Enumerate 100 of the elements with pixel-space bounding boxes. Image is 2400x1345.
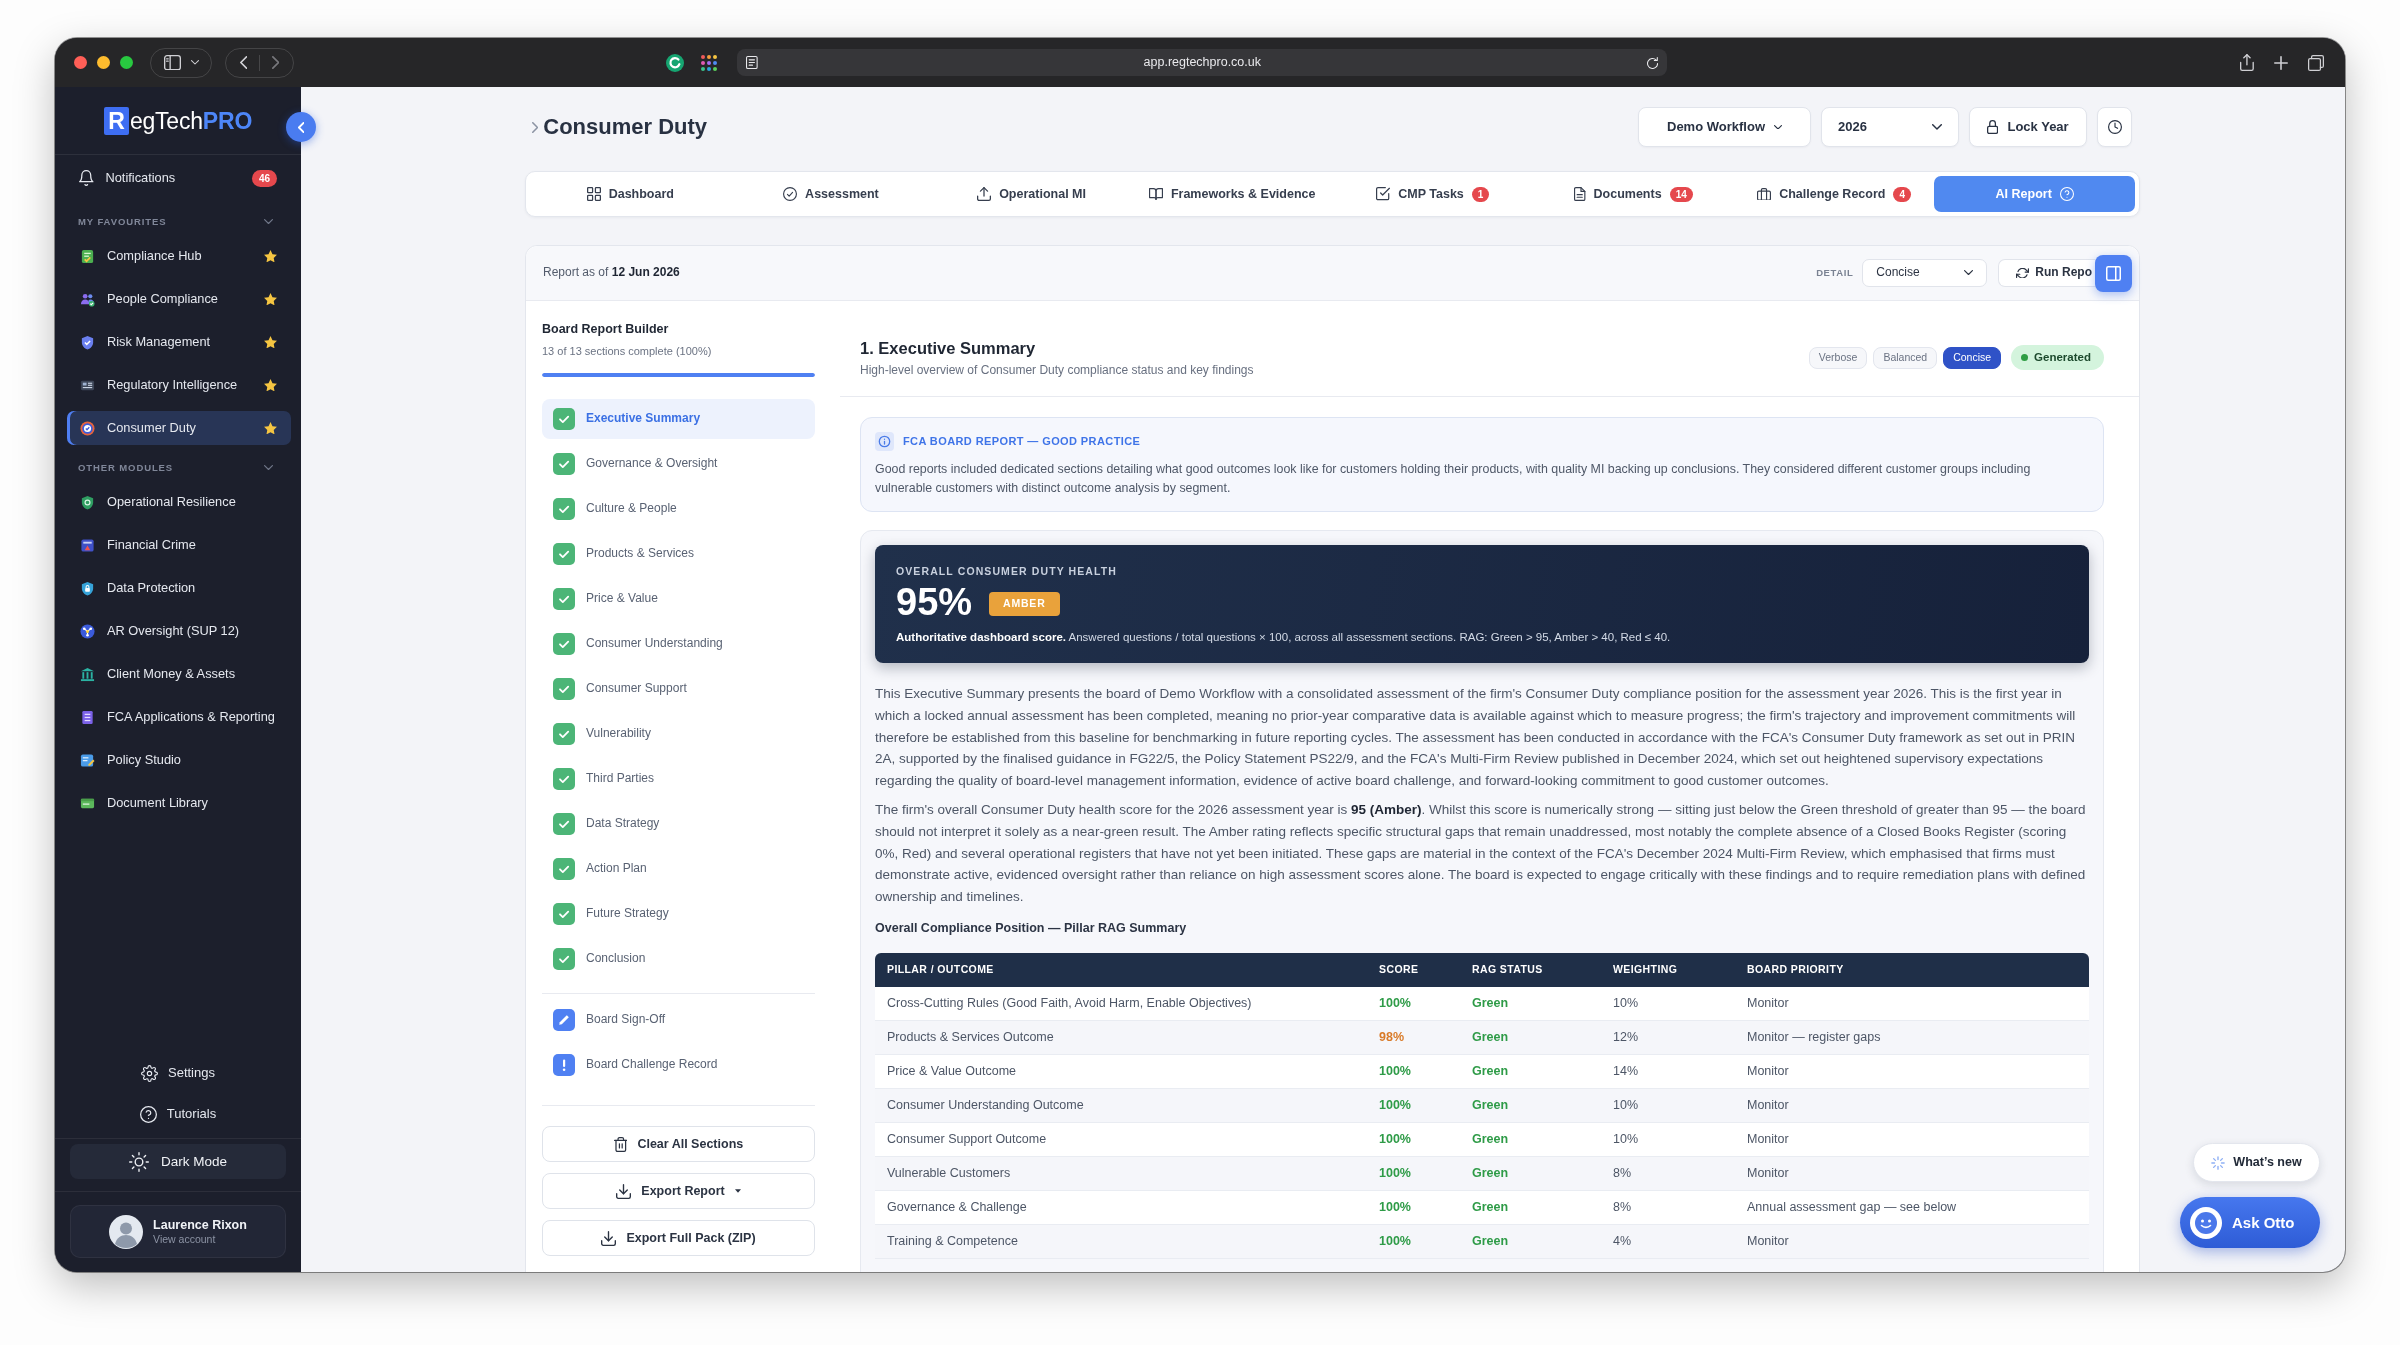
section-item[interactable]: Culture & People <box>542 489 815 529</box>
table-cell: Consumer Support Outcome <box>875 1122 1367 1157</box>
tab[interactable]: Assessment <box>730 176 932 212</box>
section-item[interactable]: Board Sign-Off <box>542 1000 815 1040</box>
user-card[interactable]: Laurence Rixon View account <box>70 1205 286 1258</box>
account-link[interactable]: View account <box>153 1232 247 1246</box>
count-badge: 4 <box>1893 186 1911 202</box>
tab[interactable]: Challenge Record 4 <box>1733 176 1935 212</box>
action-button[interactable]: Export Report <box>542 1173 815 1209</box>
section-item[interactable]: Data Strategy <box>542 804 815 844</box>
plus-icon[interactable] <box>2274 55 2288 70</box>
tab[interactable]: Operational MI <box>931 176 1132 212</box>
table-cell: Monitor <box>1735 1054 2089 1089</box>
target-icon <box>80 420 95 436</box>
help-icon <box>2059 187 2074 201</box>
section-item[interactable]: Price & Value <box>542 579 815 619</box>
upload-icon <box>977 187 992 201</box>
footer-link[interactable]: Tutorials <box>55 1098 301 1130</box>
sidebar-item[interactable]: AR Oversight (SUP 12) <box>67 614 291 648</box>
section-item[interactable]: Third Parties <box>542 759 815 799</box>
dot-grid-icon[interactable] <box>701 54 717 71</box>
section-item[interactable]: Action Plan <box>542 849 815 889</box>
sidebar-item[interactable]: Client Money & Assets <box>67 657 291 691</box>
health-label: OVERALL CONSUMER DUTY HEALTH <box>896 565 1118 577</box>
sidebar-item[interactable]: Consumer Duty <box>67 411 291 445</box>
chevron-down-icon <box>1964 270 1974 276</box>
lock-icon <box>1987 120 1999 134</box>
table-cell: Monitor <box>1735 1122 2089 1157</box>
assistant-button[interactable]: Ask Otto <box>2180 1197 2320 1248</box>
footer-link[interactable]: Settings <box>55 1057 301 1089</box>
column-header: WEIGHTING <box>1601 952 1735 987</box>
section-item[interactable]: Governance & Oversight <box>542 444 815 484</box>
document-pencil-icon <box>80 752 95 768</box>
mode-option[interactable]: Verbose <box>1808 346 1868 369</box>
shield-check-icon <box>80 334 95 350</box>
sidebar-item[interactable]: Regulatory Intelligence <box>67 368 291 402</box>
tab[interactable]: Dashboard <box>530 176 731 212</box>
count-badge: 1 <box>1471 186 1490 202</box>
sidebar-item[interactable]: Document Library <box>67 786 291 820</box>
chevron-down-icon <box>190 60 199 65</box>
sidebar-item[interactable]: Data Protection <box>67 571 291 605</box>
section-item[interactable]: Consumer Support <box>542 669 815 709</box>
notifications-link[interactable]: Notifications 46 <box>55 161 301 195</box>
whats-new-button[interactable]: What’s new <box>2193 1143 2320 1182</box>
section-item[interactable]: Conclusion <box>542 939 815 979</box>
sidebar-item[interactable]: People Compliance <box>67 282 291 316</box>
workflow-dropdown[interactable]: Demo Workflow <box>1638 107 1811 147</box>
address-bar[interactable]: app.regtechpro.co.uk <box>737 49 1667 76</box>
avatar <box>109 1214 144 1249</box>
close-window-button[interactable] <box>74 56 87 69</box>
sidebar-item[interactable]: Financial Crime <box>67 528 291 562</box>
theme-toggle-button[interactable]: Dark Mode <box>70 1144 286 1179</box>
count-badge: 14 <box>1669 186 1693 202</box>
sidebar-item[interactable]: Risk Management <box>67 325 291 359</box>
burst-icon <box>2211 1155 2226 1170</box>
section-item[interactable]: Products & Services <box>542 534 815 574</box>
section-item[interactable]: Vulnerability <box>542 714 815 754</box>
mode-option[interactable]: Concise <box>1943 346 2002 369</box>
network-icon <box>80 623 95 639</box>
lock-year-button[interactable]: Lock Year <box>1969 107 2087 147</box>
ring-icon[interactable] <box>666 53 684 72</box>
chevron-right-icon[interactable] <box>272 56 280 69</box>
section-item[interactable]: Future Strategy <box>542 894 815 934</box>
history-button[interactable] <box>2097 107 2132 147</box>
panel-toggle-button[interactable] <box>2095 254 2132 292</box>
sidebar-item[interactable]: Operational Resilience <box>67 485 291 519</box>
sidebar-item[interactable]: Policy Studio <box>67 743 291 777</box>
zoom-window-button[interactable] <box>120 56 133 69</box>
section-item[interactable]: Consumer Understanding <box>542 624 815 664</box>
detail-select[interactable]: Concise <box>1862 259 1988 287</box>
tab[interactable]: Frameworks & Evidence <box>1131 176 1333 212</box>
table-cell: Price & Value Outcome <box>875 1054 1367 1089</box>
chevron-down-icon[interactable] <box>264 465 273 471</box>
sidebar-item[interactable]: FCA Applications & Reporting <box>67 700 291 734</box>
chevron-down-icon <box>1932 124 1942 130</box>
section-heading: MY FAVOURITES <box>78 215 167 229</box>
table-cell: 100% <box>1367 986 1460 1021</box>
column-header: RAG STATUS <box>1460 952 1601 987</box>
share-icon[interactable] <box>2240 54 2254 71</box>
run-report-button[interactable]: Run Repo <box>1998 259 2095 287</box>
tab[interactable]: CMP Tasks 1 <box>1332 176 1534 212</box>
minimize-window-button[interactable] <box>97 56 110 69</box>
section-item[interactable]: Executive Summary <box>542 399 815 439</box>
exclamation-icon <box>553 1054 575 1076</box>
mode-option[interactable]: Balanced <box>1873 346 1938 369</box>
year-select[interactable]: 2026 <box>1821 107 1959 147</box>
builder-title: Board Report Builder <box>542 321 670 337</box>
action-button[interactable]: Export Full Pack (ZIP) <box>542 1220 815 1256</box>
section-item[interactable]: Board Challenge Record <box>542 1045 815 1085</box>
chevron-down-icon[interactable] <box>264 219 273 225</box>
section-subtitle: High-level overview of Consumer Duty compliance status and key findings <box>860 362 1254 378</box>
sidebar-item[interactable]: Compliance Hub <box>67 239 291 273</box>
rag-badge: AMBER <box>989 592 1060 616</box>
table-cell: 100% <box>1367 1190 1460 1225</box>
tab[interactable]: Documents 14 <box>1533 176 1734 212</box>
panel-icon <box>2106 265 2121 281</box>
chevron-left-icon[interactable] <box>239 56 247 69</box>
summary-paragraph: The firm's overall Consumer Duty health score for the 2026 assessment year is 95 (Amber). Whilst this score is numerically strong — sitting just below the Green threshold of greater than 95 — the board should not interpret it solely as a near-green result. The Amber rating reflects specific structural gaps that remain unaddressed, most notably the complete absence of a Closed Books Register (scoring 0%, Red) and several operational registers that have not yet been initiated. These gaps are material in the context of the FCA's December 2024 Multi-Firm Review, which emphasised that firms must demonstrate active, evidenced oversight rather than reliance on high assessment scores alone. The board is expected to engage critically with these findings and to require remediation plans with defined ownership and timelines. <box>875 801 2087 907</box>
action-button[interactable]: Clear All Sections <box>542 1126 815 1162</box>
tabs-icon[interactable] <box>2308 54 2324 71</box>
